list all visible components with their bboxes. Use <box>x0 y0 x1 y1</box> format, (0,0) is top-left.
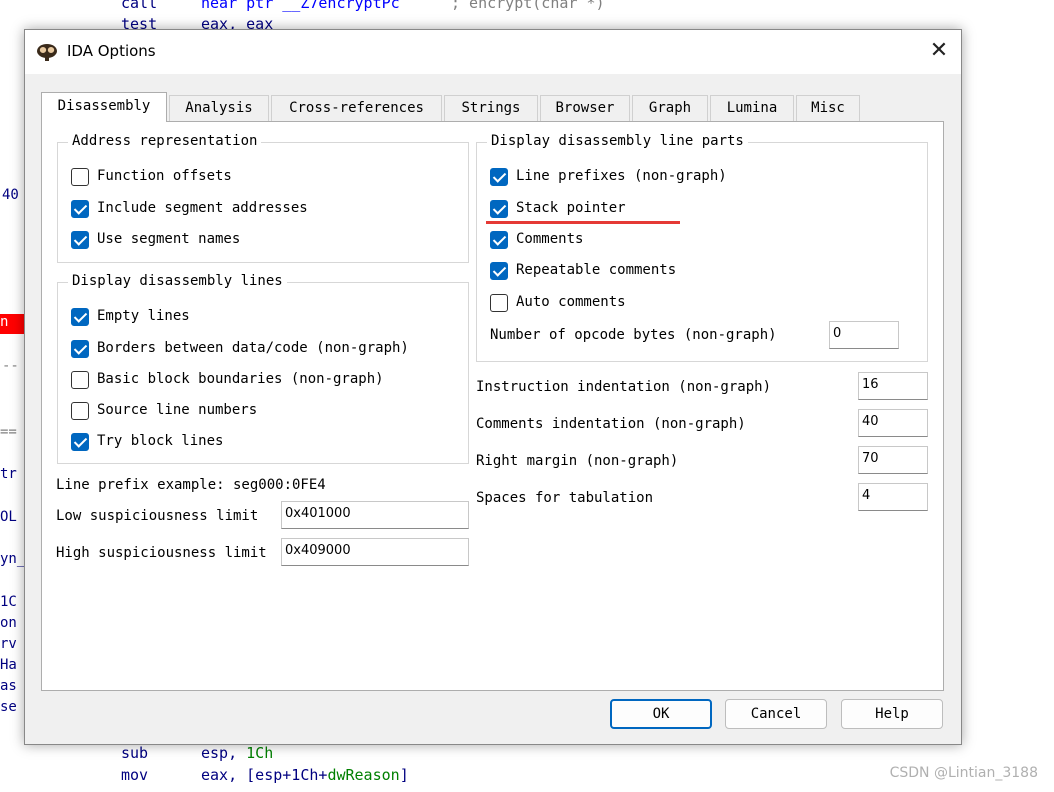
ida-logo-icon <box>37 44 57 61</box>
high-suspiciousness-input[interactable]: 0x409000 <box>281 538 469 566</box>
bg-fragment: == <box>0 424 17 440</box>
low-limit-label: Low suspiciousness limit <box>56 508 259 524</box>
comments-indentation-label: Comments indentation (non-graph) <box>476 416 746 432</box>
tab-strings[interactable]: Strings <box>444 95 538 121</box>
checkbox-box[interactable] <box>490 262 508 280</box>
bg-fragment: tr <box>0 466 17 482</box>
bg-fragment: yn_ <box>0 551 26 567</box>
group-legend: Display disassembly line parts <box>487 133 748 149</box>
instruction-indentation-input[interactable]: 16 <box>858 372 928 400</box>
tabulation-input[interactable]: 4 <box>858 483 928 511</box>
tab-disassembly[interactable]: Disassembly <box>41 92 167 122</box>
checkbox-box[interactable] <box>490 168 508 186</box>
bg-fragment: OL <box>0 509 17 525</box>
tab-misc[interactable]: Misc <box>796 95 860 121</box>
display-disassembly-lines-group: Display disassembly lines Empty lines Bo… <box>57 273 469 464</box>
checkbox-box[interactable] <box>490 200 508 218</box>
bg-fragment: as <box>0 678 17 694</box>
bg-fragment: on <box>0 615 17 631</box>
checkbox-box[interactable] <box>71 433 89 451</box>
checkbox-box[interactable] <box>71 371 89 389</box>
tabulation-label: Spaces for tabulation <box>476 490 654 506</box>
code-line-sub: sub esp, 1Ch <box>121 744 274 762</box>
title-bar[interactable]: IDA Options ✕ <box>25 30 961 74</box>
group-legend: Address representation <box>68 133 262 149</box>
tab-lumina[interactable]: Lumina <box>710 95 794 121</box>
bg-fragment: rv <box>0 636 17 652</box>
checkbox-box[interactable] <box>71 231 89 249</box>
bg-fragment: -- <box>2 358 19 374</box>
address-representation-group: Address representation Function offsets … <box>57 133 469 263</box>
checkbox-box[interactable] <box>71 340 89 358</box>
bg-fragment: 1C <box>0 594 17 610</box>
bg-fragment: se <box>0 699 17 715</box>
code-line-mov: mov eax, [esp+1Ch+dwReason] <box>121 766 409 784</box>
low-suspiciousness-input[interactable]: 0x401000 <box>281 501 469 529</box>
stack-pointer-highlight-underline <box>486 221 680 224</box>
checkbox-box[interactable] <box>71 200 89 218</box>
ida-options-dialog: IDA Options ✕ Disassembly Analysis Cross… <box>24 29 962 745</box>
high-limit-label: High suspiciousness limit <box>56 545 267 561</box>
opcode-bytes-input[interactable]: 0 <box>829 321 899 349</box>
tab-browser[interactable]: Browser <box>540 95 630 121</box>
instruction-indentation-label: Instruction indentation (non-graph) <box>476 379 772 395</box>
cancel-button[interactable]: Cancel <box>725 699 827 729</box>
line-parts-group: Display disassembly line parts Line pref… <box>476 133 928 362</box>
code-line-call: call near ptr __Z7encryptPc; encrypt(char… <box>121 0 605 12</box>
checkbox-box[interactable] <box>71 168 89 186</box>
tab-graph[interactable]: Graph <box>632 95 708 121</box>
checkbox-box[interactable] <box>71 308 89 326</box>
disassembly-tab-panel: Address representation Function offsets … <box>41 121 944 691</box>
opcode-bytes-label: Number of opcode bytes (non-graph) <box>490 327 777 343</box>
checkbox-box[interactable] <box>490 294 508 312</box>
tab-cross-references[interactable]: Cross-references <box>271 95 442 121</box>
bg-fragment: Ha <box>0 657 17 673</box>
line-prefix-example: Line prefix example: seg000:0FE4 <box>56 477 326 493</box>
close-button[interactable]: ✕ <box>917 30 961 74</box>
right-margin-input[interactable]: 70 <box>858 446 928 474</box>
dialog-title: IDA Options <box>67 42 156 60</box>
checkbox-box[interactable] <box>71 402 89 420</box>
right-margin-label: Right margin (non-graph) <box>476 453 679 469</box>
watermark: CSDN @Lintian_3188 <box>889 765 1038 781</box>
help-button[interactable]: Help <box>841 699 943 729</box>
tab-analysis[interactable]: Analysis <box>169 95 269 121</box>
comments-indentation-input[interactable]: 40 <box>858 409 928 437</box>
bg-fragment-highlighted: n <box>0 314 24 334</box>
checkbox-box[interactable] <box>490 231 508 249</box>
group-legend: Display disassembly lines <box>68 273 287 289</box>
ok-button[interactable]: OK <box>610 699 712 729</box>
bg-fragment: 40 <box>2 187 19 203</box>
